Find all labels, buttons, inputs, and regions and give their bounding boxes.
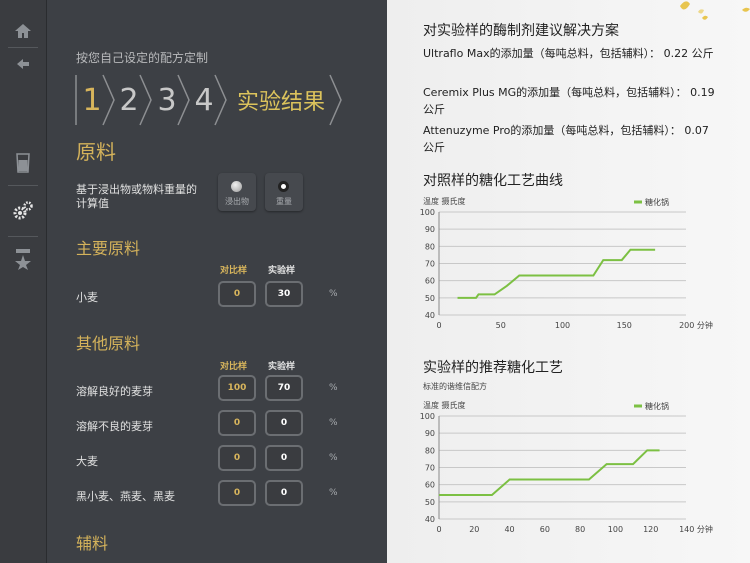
y-tick-label: 70 [425, 464, 435, 473]
wheat-test-input[interactable]: 30 [265, 281, 303, 307]
x-tick-label: 20 [469, 525, 479, 534]
test-column-header: 实验样 [268, 266, 296, 276]
configuration-panel: 按您自己设定的配方定制 1 2 3 4 实验结果 原料 基于浸出物或物料重量的计… [47, 0, 387, 563]
x-tick-label: 50 [496, 321, 506, 330]
under-modified-malt-test-input[interactable]: 0 [265, 410, 303, 436]
x-tick-label: 120 [643, 525, 658, 534]
y-tick-label: 70 [425, 260, 435, 269]
radio-extract[interactable]: 浸出物 [218, 173, 256, 211]
legend-label: 糖化锅 [645, 197, 669, 207]
y-axis-label: 温度 摄氏度 [423, 196, 466, 206]
recommended-mash-title: 实验样的推荐糖化工艺 [423, 360, 563, 376]
legend-label: 糖化锅 [645, 401, 669, 411]
enzyme-line-attenuzyme: Attenuzyme Pro的添加量（每吨总料，包括辅料）： 0.07 公斤 [423, 124, 709, 154]
percent-unit: % [329, 453, 338, 463]
y-tick-label: 90 [425, 429, 435, 438]
step-4[interactable]: 4 [189, 74, 219, 126]
y-tick-label: 50 [425, 294, 435, 303]
back-arrow-icon[interactable] [8, 49, 38, 79]
x-tick-label: 140 分钟 [679, 524, 713, 534]
control-column-header-2: 对比样 [220, 362, 248, 372]
step-results[interactable]: 实验结果 [229, 74, 333, 126]
control-mash-curve-title: 对照样的糖化工艺曲线 [423, 173, 563, 189]
control-column-header: 对比样 [220, 266, 248, 276]
y-tick-label: 100 [420, 208, 435, 217]
adjuncts-title: 辅料 [76, 534, 109, 553]
enzyme-line-ceremix: Ceremix Plus MG的添加量（每吨总料，包括辅料）： 0.19 公斤 [423, 86, 715, 116]
y-tick-label: 50 [425, 498, 435, 507]
y-tick-label: 90 [425, 225, 435, 234]
other-ingredients-title: 其他原料 [76, 334, 141, 353]
radio-weight-selected[interactable]: 重量 [265, 173, 303, 211]
results-panel: 对实验样的酶制剂建议解决方案 Ultraflo Max的添加量（每吨总料，包括辅… [387, 0, 750, 563]
barley-control-input[interactable]: 0 [218, 445, 256, 471]
percent-unit: % [329, 488, 338, 498]
x-tick-label: 40 [504, 525, 514, 534]
wheat-control-input[interactable]: 0 [218, 281, 256, 307]
well-modified-malt-label: 溶解良好的麦芽 [76, 385, 153, 398]
triticale-oats-rye-test-input[interactable]: 0 [265, 480, 303, 506]
x-tick-label: 0 [436, 321, 441, 330]
control-mash-chart: 温度 摄氏度 40 50 60 70 80 90 100 0 50 100 150 200 分钟 糖化锅 [420, 196, 713, 330]
y-tick-label: 100 [420, 412, 435, 421]
barley-label: 大麦 [76, 455, 98, 468]
y-tick-label: 60 [425, 481, 435, 490]
home-icon[interactable] [8, 16, 38, 46]
y-tick-label: 40 [425, 311, 435, 320]
percent-unit: % [329, 383, 338, 393]
raw-materials-title: 原料 [76, 140, 116, 164]
calc-basis-label: 基于浸出物或物料重量的计算值 [76, 183, 197, 210]
x-tick-label: 0 [436, 525, 441, 534]
well-modified-malt-control-input[interactable]: 100 [218, 375, 256, 401]
x-tick-label: 80 [575, 525, 585, 534]
y-tick-label: 80 [425, 446, 435, 455]
step-1[interactable]: 1 [78, 74, 106, 126]
settings-gears-icon[interactable] [8, 196, 38, 226]
wheat-label: 小麦 [76, 291, 98, 304]
x-tick-label: 200 分钟 [679, 320, 713, 330]
recommended-mash-subtitle: 标准的谐维信配方 [423, 382, 487, 391]
y-axis-label: 温度 摄氏度 [423, 400, 466, 410]
y-tick-label: 60 [425, 277, 435, 286]
percent-unit: % [329, 289, 338, 299]
recommended-mash-chart: 温度 摄氏度 40 50 60 70 80 90 100 0 20 40 60 80 100 120 140 … [420, 400, 713, 534]
y-tick-label: 40 [425, 515, 435, 524]
series-line-糖化锅 [457, 248, 656, 299]
panel-subtitle: 按您自己设定的配方定制 [76, 51, 209, 65]
triticale-oats-rye-control-input[interactable]: 0 [218, 480, 256, 506]
step-2[interactable]: 2 [114, 74, 144, 126]
decorative-leaves-icon [680, 1, 750, 20]
x-tick-label: 150 [617, 321, 632, 330]
barley-test-input[interactable]: 0 [265, 445, 303, 471]
enzyme-line-ultraflo: Ultraflo Max的添加量（每吨总料，包括辅料）： 0.22 公斤 [423, 47, 714, 60]
triticale-oats-rye-label: 黑小麦、燕麦、黑麦 [76, 490, 175, 503]
test-column-header-2: 实验样 [268, 362, 296, 372]
enzyme-solution-title: 对实验样的酶制剂建议解决方案 [423, 23, 619, 39]
percent-unit: % [329, 418, 338, 428]
main-ingredients-title: 主要原料 [76, 239, 141, 258]
x-tick-label: 100 [555, 321, 570, 330]
sidebar [0, 0, 47, 563]
star-icon[interactable] [8, 244, 38, 274]
y-tick-label: 80 [425, 242, 435, 251]
under-modified-malt-control-input[interactable]: 0 [218, 410, 256, 436]
x-tick-label: 60 [540, 525, 550, 534]
glass-icon[interactable] [8, 148, 38, 178]
under-modified-malt-label: 溶解不良的麦芽 [76, 420, 153, 433]
x-tick-label: 100 [608, 525, 623, 534]
step-3[interactable]: 3 [152, 74, 182, 126]
well-modified-malt-test-input[interactable]: 70 [265, 375, 303, 401]
series-line-糖化锅 [439, 449, 660, 496]
